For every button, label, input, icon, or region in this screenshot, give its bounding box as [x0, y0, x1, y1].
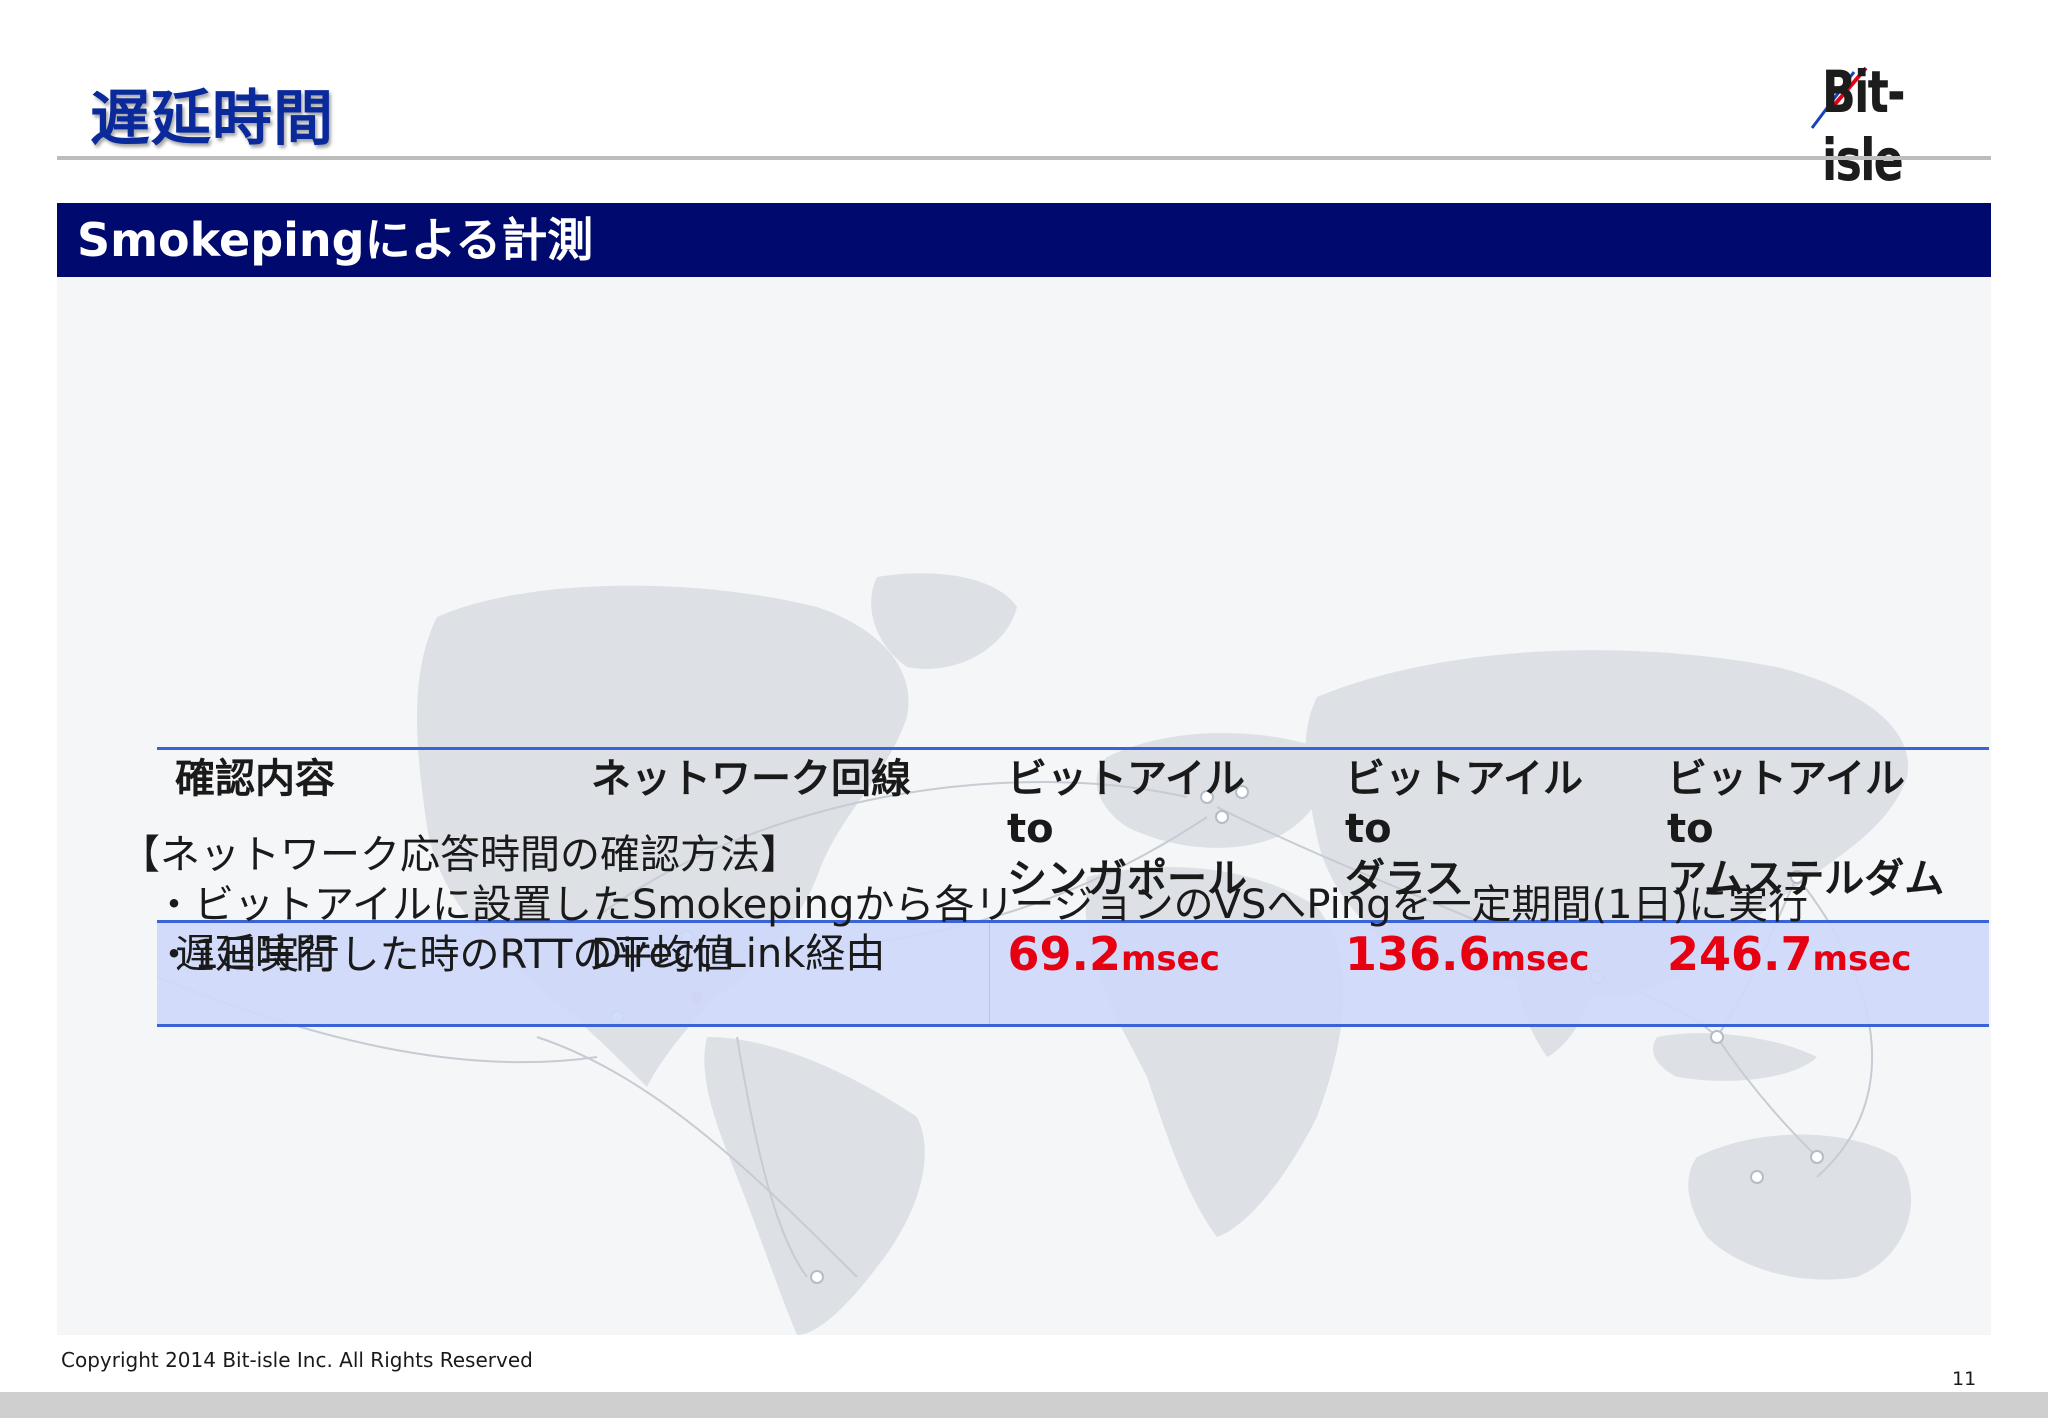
section-header-bar: Smokepingによる計測: [57, 203, 1991, 277]
method-notes: 【ネットワーク応答時間の確認方法】 ・ビットアイルに設置したSmokepingか…: [120, 830, 1808, 980]
method-bullet: ・1日実行した時のRTTの平均値: [154, 932, 733, 978]
logo-wordmark: Bit-isle: [1822, 58, 1906, 194]
bottom-bar: [0, 1392, 2048, 1418]
method-bullet: ・ビットアイルに設置したSmokepingから各リージョンのVSへPingを一定…: [154, 882, 1809, 928]
page-number: 11: [1952, 1368, 1977, 1390]
latency-unit: msec: [1812, 939, 1912, 979]
slide-title: 遅延時間: [90, 84, 334, 154]
title-divider: [57, 156, 1991, 160]
section-title: Smokepingによる計測: [77, 213, 594, 267]
bit-isle-logo: Bit-isle: [1808, 58, 1980, 194]
content-panel: 確認内容 ネットワーク回線 ビットアイル to シンガポール ビットアイル to…: [57, 277, 1991, 1335]
copyright-notice: Copyright 2014 Bit-isle Inc. All Rights …: [61, 1348, 533, 1372]
method-heading: 【ネットワーク応答時間の確認方法】: [120, 832, 800, 878]
